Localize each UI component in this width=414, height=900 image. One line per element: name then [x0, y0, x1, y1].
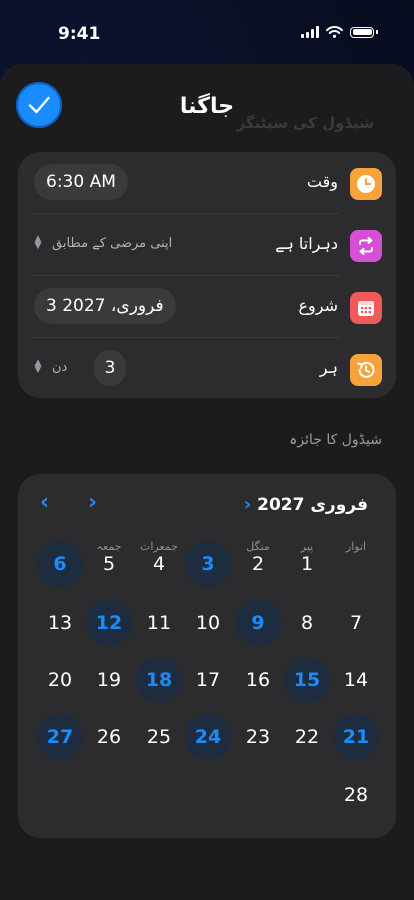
scheduled-day[interactable]: 3 — [185, 541, 231, 587]
calendar-day[interactable]: 25 — [136, 714, 182, 760]
calendar-day[interactable]: 5 — [86, 541, 132, 587]
calendar-icon — [350, 292, 382, 324]
schedule-preview-calendar: ‹ › › فروری 2027 اتوارپیرمنگلبدھجمعراتجم… — [18, 474, 396, 838]
next-month-button[interactable]: › — [88, 490, 97, 515]
scheduled-day[interactable]: 6 — [37, 541, 83, 587]
weekday-header: اتوار — [345, 540, 367, 553]
calendar-day[interactable]: 17 — [185, 657, 231, 703]
chevron-up-down-icon: ▲ ▼ — [34, 234, 42, 251]
interval-value[interactable]: 3 — [94, 350, 126, 386]
battery-icon — [350, 26, 374, 38]
previous-month-button[interactable]: ‹ — [40, 490, 49, 515]
preview-section-title: شیڈول کا جائزہ — [289, 432, 382, 448]
scheduled-day[interactable]: 21 — [333, 714, 379, 760]
start-date-picker[interactable]: 3 فروری، 2027 — [34, 288, 176, 324]
calendar-day[interactable]: 16 — [235, 657, 281, 703]
status-icons — [301, 26, 378, 38]
time-label: وقت — [306, 172, 338, 191]
calendar-day[interactable]: 26 — [86, 714, 132, 760]
calendar-day[interactable]: 4 — [136, 541, 182, 587]
time-picker[interactable]: 6:30 AM — [34, 164, 128, 200]
chevron-right-icon: › — [243, 494, 252, 515]
wifi-icon — [326, 26, 343, 38]
calendar-day[interactable]: 7 — [333, 600, 379, 646]
scheduled-day[interactable]: 24 — [185, 714, 231, 760]
calendar-day[interactable]: 2 — [235, 541, 281, 587]
calendar-day[interactable]: 22 — [284, 714, 330, 760]
calendar-day[interactable]: 23 — [235, 714, 281, 760]
calendar-day[interactable]: 1 — [284, 541, 330, 587]
start-label: شروع — [298, 296, 338, 315]
time-row: 6:30 AM وقت — [18, 152, 396, 214]
interval-row: ▲ ▼ دن 3 ہر — [18, 338, 396, 400]
calendar-day[interactable]: 8 — [284, 600, 330, 646]
status-time: 9:41 — [58, 24, 101, 44]
scheduled-day[interactable]: 15 — [284, 657, 330, 703]
schedule-settings-card: 6:30 AM وقت ▲ ▼ اپنی مرضی کے مطابق دہراتا… — [18, 152, 396, 398]
history-icon — [350, 354, 382, 386]
battery-tip — [376, 30, 378, 34]
calendar-day[interactable]: 20 — [37, 657, 83, 703]
repeat-label: دہراتا ہے — [275, 234, 338, 253]
calendar-day[interactable]: 28 — [333, 772, 379, 818]
repeat-row: ▲ ▼ اپنی مرضی کے مطابق دہراتا ہے — [18, 214, 396, 276]
scheduled-day[interactable]: 12 — [86, 600, 132, 646]
interval-label: ہر — [319, 358, 338, 377]
scheduled-day[interactable]: 27 — [37, 714, 83, 760]
calendar-day[interactable]: 13 — [37, 600, 83, 646]
calendar-day[interactable]: 14 — [333, 657, 379, 703]
repeat-picker[interactable]: اپنی مرضی کے مطابق — [52, 236, 172, 251]
interval-unit: دن — [52, 360, 68, 375]
repeat-icon — [350, 230, 382, 262]
status-bar: 9:41 — [0, 0, 414, 64]
clock-icon — [350, 168, 382, 200]
calendar-day[interactable]: 10 — [185, 600, 231, 646]
start-row: 3 فروری، 2027 شروع — [18, 276, 396, 338]
month-label: فروری 2027 — [257, 494, 368, 515]
chevron-up-down-icon: ▲ ▼ — [34, 358, 42, 375]
month-picker[interactable]: › فروری 2027 — [244, 494, 368, 515]
scheduled-day[interactable]: 18 — [136, 657, 182, 703]
calendar-day[interactable]: 11 — [136, 600, 182, 646]
sheet-title: جاگنا — [179, 94, 235, 119]
scheduled-day[interactable]: 9 — [235, 600, 281, 646]
cellular-signal-icon — [301, 26, 319, 38]
calendar-day[interactable]: 19 — [86, 657, 132, 703]
